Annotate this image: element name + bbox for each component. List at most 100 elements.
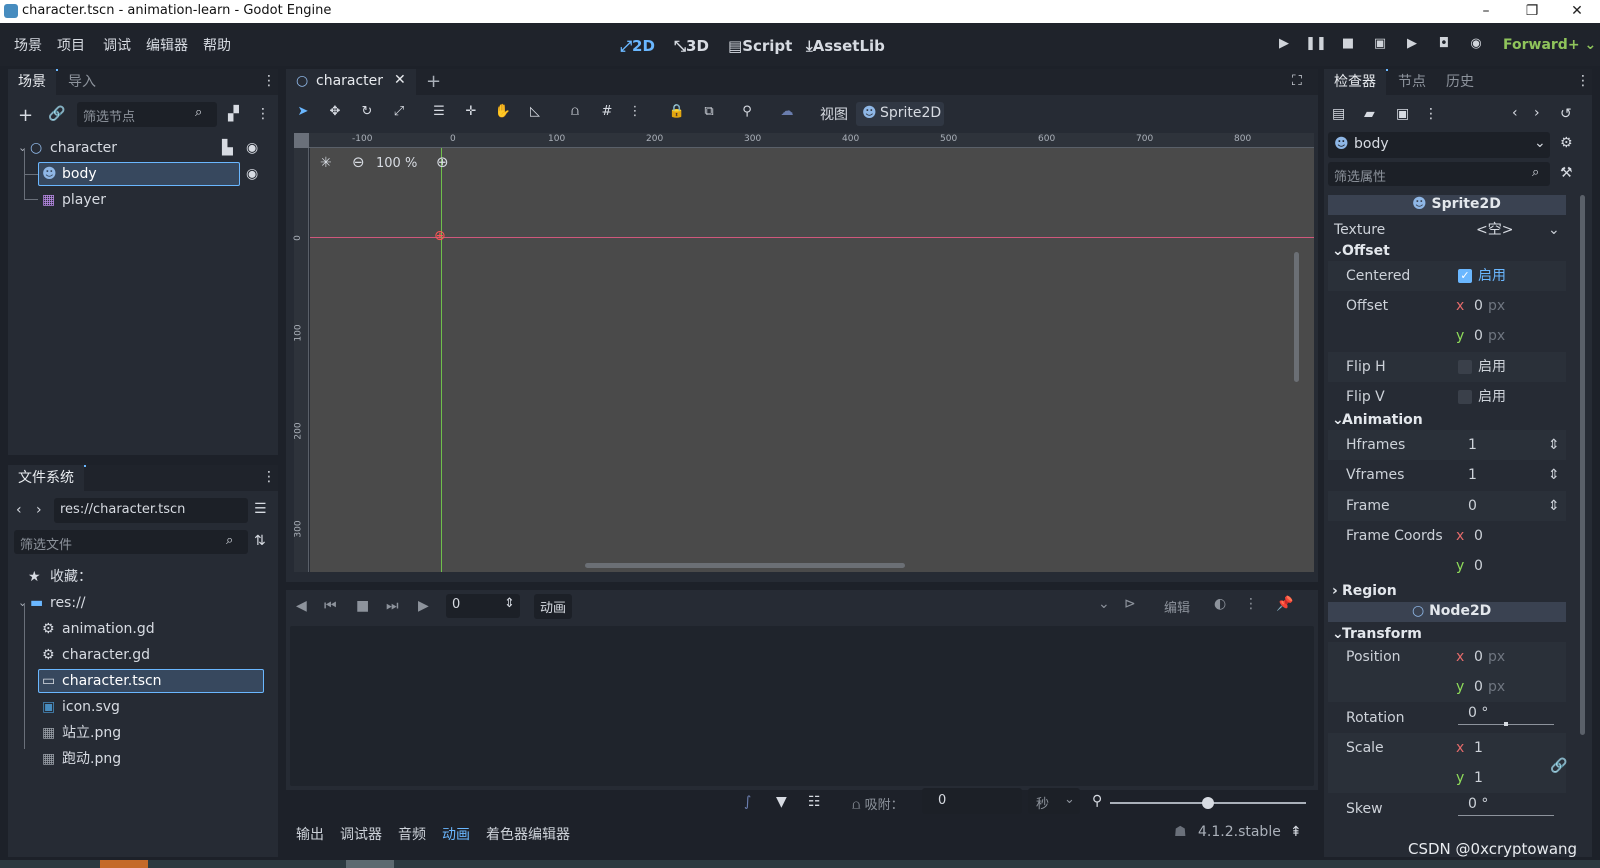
property-skew[interactable]: Skew 0 ° — [1328, 794, 1566, 824]
tree-item-player[interactable]: ▦ player — [14, 174, 270, 213]
menu-editor[interactable]: 编辑器 — [146, 35, 188, 55]
object-tools-icon[interactable]: ⚙ — [1560, 135, 1573, 151]
tab-inspector[interactable]: 检查器 — [1324, 69, 1386, 95]
property-vframes[interactable]: Vframes 1 ⇕ — [1328, 460, 1566, 490]
resource-menu-icon[interactable]: ⋮ — [1424, 106, 1438, 122]
lock-icon[interactable]: 🔒 — [664, 104, 690, 124]
animation-track-area[interactable] — [290, 626, 1314, 786]
tab-animation[interactable]: 动画 — [442, 824, 470, 844]
tree-item-character[interactable]: ⌄ ○ character ▙ ◉ — [14, 135, 270, 161]
menu-debug[interactable]: 调试 — [103, 35, 131, 55]
settings-icon[interactable]: ⚒ — [1560, 165, 1573, 181]
file-item[interactable]: ⚙ animation.gd — [14, 616, 270, 642]
smart-snap-icon[interactable]: ⩍ — [562, 104, 588, 124]
play-from-start-icon[interactable]: ⏭ — [386, 598, 399, 614]
path-field[interactable]: res://character.tscn — [54, 498, 248, 523]
expand-panel-icon[interactable]: ⇞ — [1290, 824, 1302, 840]
property-scale[interactable]: Scale x 1 — [1328, 733, 1566, 763]
link-icon[interactable]: 🔗 — [48, 106, 65, 122]
file-item-selected[interactable]: ▭ character.tscn — [14, 668, 270, 694]
animation-menu-icon[interactable]: ⋮ — [1244, 596, 1258, 612]
property-frame-coords[interactable]: Frame Coords x 0 — [1328, 521, 1566, 551]
menu-project[interactable]: 项目 — [57, 35, 85, 55]
workspace-script-button[interactable]: ▤Script — [728, 37, 792, 55]
object-selector[interactable]: ☻ body ⌄ — [1328, 132, 1550, 158]
zoom-out-icon[interactable]: ⊖ — [352, 153, 365, 171]
tab-debugger[interactable]: 调试器 — [340, 824, 382, 844]
snap-input[interactable]: 0 — [922, 788, 1022, 814]
visibility-eye-icon[interactable]: ◉ — [246, 161, 258, 187]
play-custom-icon[interactable]: ◘ — [1433, 36, 1455, 56]
property-flip-h[interactable]: Flip H 启用 — [1328, 352, 1566, 382]
spin-arrows-icon[interactable]: ⇕ — [1548, 460, 1560, 490]
bezier-icon[interactable]: ∫ — [744, 794, 751, 810]
checkbox-checked-icon[interactable]: ✓ — [1458, 269, 1472, 283]
forward-icon[interactable]: › — [36, 502, 42, 518]
scene-menu-icon[interactable]: ⋮ — [256, 106, 270, 122]
add-node-icon[interactable]: + — [18, 105, 33, 126]
tab-history[interactable]: 历史 — [1436, 69, 1484, 95]
camera-override-icon[interactable]: ☁ — [774, 104, 800, 124]
tab-shader-editor[interactable]: 着色器编辑器 — [486, 824, 570, 844]
play-icon[interactable]: ▶ — [418, 598, 429, 614]
visibility-eye-icon[interactable]: ◉ — [246, 135, 258, 161]
spin-arrows-icon[interactable]: ⇕ — [1548, 430, 1560, 460]
remote-debug-icon[interactable]: ▣ — [1369, 36, 1391, 56]
snap-unit-select[interactable]: 秒 ⌄ — [1028, 788, 1080, 814]
checkbox-icon[interactable] — [1458, 360, 1472, 374]
bone-icon[interactable]: ⚲ — [734, 104, 760, 124]
sort-icon[interactable]: ⇅ — [254, 533, 266, 549]
list-select-icon[interactable]: ☰ — [426, 104, 452, 124]
play-backwards-from-end-icon[interactable]: ⏮ — [324, 598, 337, 614]
property-scale-y[interactable]: y 1 🔗 — [1328, 758, 1567, 793]
section-animation[interactable]: ⌄ Animation — [1328, 409, 1566, 431]
workspace-2d-button[interactable]: ⤢2D — [620, 37, 655, 55]
property-offset[interactable]: Offset x 0 px — [1328, 291, 1566, 321]
frame-spinbox[interactable]: 0 ⇕ — [446, 594, 520, 618]
move-tool-icon[interactable]: ✥ — [322, 104, 348, 124]
history-forward-icon[interactable]: › — [1534, 105, 1540, 121]
file-item[interactable]: ⚙ character.gd — [14, 642, 270, 668]
play-scene-icon[interactable]: ▶ — [1401, 36, 1423, 56]
file-item[interactable]: ▣ icon.svg — [14, 694, 270, 720]
dock-menu-icon[interactable]: ⋮ — [262, 73, 276, 89]
pause-icon[interactable]: ❚❚ — [1305, 36, 1327, 56]
property-rotation[interactable]: Rotation 0 ° — [1328, 703, 1566, 733]
property-filter-input[interactable]: 筛选属性 ⌕ — [1328, 162, 1550, 186]
file-item[interactable]: ▦ 站立.png — [14, 720, 270, 746]
chevron-down-icon[interactable]: ⌄ — [1098, 596, 1110, 612]
filter-icon[interactable]: ▼ — [776, 794, 787, 810]
close-window-button[interactable]: ✕ — [1554, 0, 1600, 23]
edit-animation-button[interactable]: 编辑 — [1164, 597, 1190, 616]
dock-menu-icon[interactable]: ⋮ — [1576, 73, 1590, 89]
property-frame-coords-y[interactable]: y 0 — [1328, 551, 1566, 581]
checkbox-icon[interactable] — [1458, 390, 1472, 404]
section-region[interactable]: › Region — [1328, 580, 1566, 602]
file-item[interactable]: ▦ 跑动.png — [14, 746, 270, 772]
property-position[interactable]: Position x 0 px — [1328, 642, 1566, 672]
property-frame[interactable]: Frame 0 ⇕ — [1328, 491, 1566, 521]
add-tab-icon[interactable]: + — [426, 71, 441, 92]
save-icon[interactable]: ▣ — [1396, 106, 1409, 122]
tab-import[interactable]: 导入 — [58, 69, 106, 95]
file-filter-input[interactable]: 筛选文件 ⌕ — [14, 530, 248, 554]
property-offset-y[interactable]: y 0 px — [1328, 321, 1566, 351]
grid-snap-icon[interactable]: # — [594, 104, 620, 124]
minimize-button[interactable]: – — [1463, 0, 1509, 23]
viewport-2d[interactable]: ⊕ ✳ ⊖ 100 % ⊕ — [310, 148, 1314, 572]
distraction-free-icon[interactable]: ⛶ — [1292, 73, 1302, 89]
scale-tool-icon[interactable]: ⤢ — [386, 104, 412, 124]
ruler-tool-icon[interactable]: ◺ — [522, 104, 548, 124]
tab-output[interactable]: 输出 — [296, 824, 324, 844]
stop-icon[interactable]: ■ — [1337, 36, 1359, 56]
rotation-slider-handle[interactable] — [1504, 722, 1508, 726]
link-icon[interactable]: 🔗 — [1550, 751, 1567, 781]
onion-skin-icon[interactable]: ◐ — [1214, 596, 1226, 612]
pan-tool-icon[interactable]: ✋ — [490, 104, 516, 124]
split-view-icon[interactable]: ☰ — [254, 501, 267, 517]
new-resource-icon[interactable]: ▤ — [1332, 106, 1345, 122]
group-icon[interactable]: ⧉ — [696, 104, 722, 124]
open-folder-icon[interactable]: ▰ — [1364, 106, 1375, 122]
snap-options-icon[interactable]: ⋮ — [622, 104, 648, 124]
tab-filesystem[interactable]: 文件系统 — [8, 465, 84, 491]
